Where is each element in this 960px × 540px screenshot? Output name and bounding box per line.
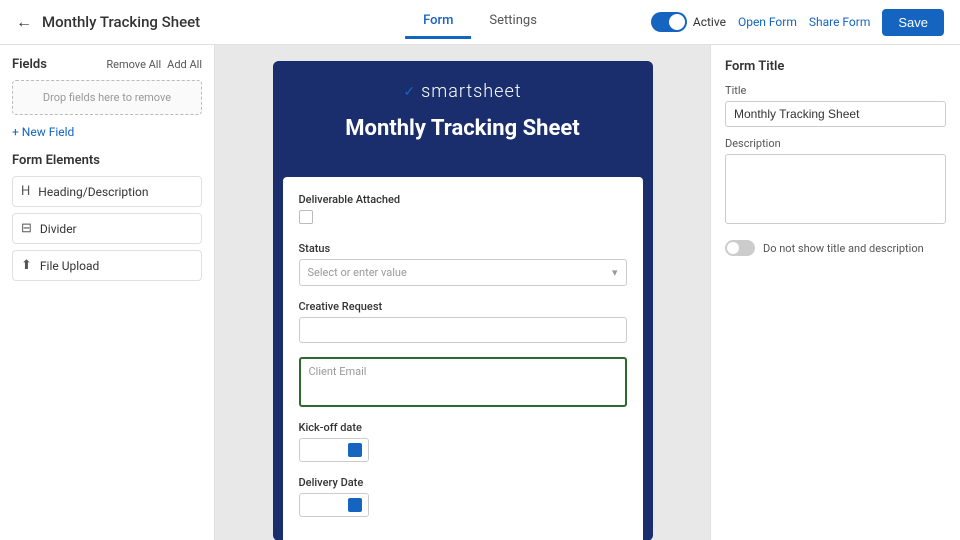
field-label-status: Status: [299, 242, 627, 255]
divider-icon: ⊟: [21, 221, 32, 236]
right-panel: Form Title Title Description Do not show…: [710, 45, 960, 540]
calendar-icon-delivery: [348, 498, 362, 512]
date-input-delivery[interactable]: [299, 493, 369, 517]
header-left: ← Monthly Tracking Sheet: [16, 12, 651, 32]
file-upload-icon: ⬆: [21, 258, 32, 273]
tab-form[interactable]: Form: [405, 5, 471, 39]
field-label-kickoff: Kick-off date: [299, 421, 627, 434]
add-field-link[interactable]: + New Field: [12, 125, 202, 139]
select-status[interactable]: Select or enter value ▾: [299, 259, 627, 286]
tab-settings[interactable]: Settings: [471, 5, 554, 39]
main-layout: Fields Remove All Add All Drop fields he…: [0, 45, 960, 540]
field-label-deliverable: Deliverable Attached: [299, 193, 627, 206]
calendar-icon-kickoff: [348, 443, 362, 457]
element-divider-label: Divider: [40, 222, 77, 236]
element-heading[interactable]: H Heading/Description: [12, 176, 202, 207]
fields-actions: Remove All Add All: [106, 58, 202, 71]
header: ← Monthly Tracking Sheet Form Settings A…: [0, 0, 960, 45]
heading-icon: H: [21, 184, 30, 199]
form-canvas: ✓ smartsheet Monthly Tracking Sheet Deli…: [215, 45, 710, 540]
logo-checkmark: ✓: [403, 84, 415, 100]
field-status: Status Select or enter value ▾: [299, 242, 627, 286]
field-deliverable-attached: Deliverable Attached: [299, 193, 627, 228]
show-title-toggle[interactable]: [725, 240, 755, 256]
element-file-upload[interactable]: ⬆ File Upload: [12, 250, 202, 281]
fields-title: Fields: [12, 57, 47, 72]
field-client-email: Client Email: [299, 357, 627, 407]
form-preview: ✓ smartsheet Monthly Tracking Sheet Deli…: [273, 61, 653, 540]
back-button[interactable]: ←: [16, 12, 32, 32]
left-sidebar: Fields Remove All Add All Drop fields he…: [0, 45, 215, 540]
active-toggle-group: Active: [651, 12, 726, 32]
show-title-toggle-row: Do not show title and description: [725, 240, 946, 256]
form-body: Deliverable Attached Status Select or en…: [283, 177, 643, 540]
add-all-link[interactable]: Add All: [167, 58, 202, 71]
select-status-placeholder: Select or enter value: [308, 266, 407, 279]
panel-title-input[interactable]: [725, 101, 946, 127]
form-elements-title: Form Elements: [12, 153, 202, 168]
field-creative-request: Creative Request: [299, 300, 627, 343]
input-creative-request[interactable]: [299, 317, 627, 343]
element-file-upload-label: File Upload: [40, 259, 99, 273]
fields-section-header: Fields Remove All Add All: [12, 57, 202, 72]
checkbox-deliverable[interactable]: [299, 210, 313, 224]
toggle-knob: [669, 14, 685, 30]
drop-zone[interactable]: Drop fields here to remove: [12, 80, 202, 115]
form-header: ✓ smartsheet Monthly Tracking Sheet: [273, 61, 653, 177]
active-toggle[interactable]: [651, 12, 687, 32]
smartsheet-logo: ✓ smartsheet: [403, 81, 521, 102]
logo-text: smartsheet: [421, 81, 521, 102]
page-title: Monthly Tracking Sheet: [42, 13, 200, 31]
active-label: Active: [693, 15, 726, 29]
element-divider[interactable]: ⊟ Divider: [12, 213, 202, 244]
field-label-creative: Creative Request: [299, 300, 627, 313]
tab-bar: Form Settings: [405, 5, 555, 39]
field-delivery-date: Delivery Date: [299, 476, 627, 517]
element-heading-label: Heading/Description: [38, 185, 148, 199]
field-label-delivery: Delivery Date: [299, 476, 627, 489]
panel-description-textarea[interactable]: [725, 154, 946, 224]
date-input-kickoff[interactable]: [299, 438, 369, 462]
form-title-display: Monthly Tracking Sheet: [345, 116, 579, 141]
select-chevron-icon: ▾: [612, 266, 618, 279]
panel-description-label: Description: [725, 137, 946, 150]
textarea-client-email[interactable]: Client Email: [299, 357, 627, 407]
share-form-link[interactable]: Share Form: [809, 15, 871, 29]
field-kickoff-date: Kick-off date: [299, 421, 627, 462]
save-button[interactable]: Save: [882, 9, 944, 36]
open-form-link[interactable]: Open Form: [738, 15, 797, 29]
panel-section-title: Form Title: [725, 59, 946, 74]
panel-title-label: Title: [725, 84, 946, 97]
header-right: Active Open Form Share Form Save: [651, 9, 944, 36]
field-label-client-email: Client Email: [309, 365, 367, 378]
remove-all-link[interactable]: Remove All: [106, 58, 161, 71]
toggle-sm-knob: [727, 242, 739, 254]
show-title-label: Do not show title and description: [763, 242, 924, 255]
